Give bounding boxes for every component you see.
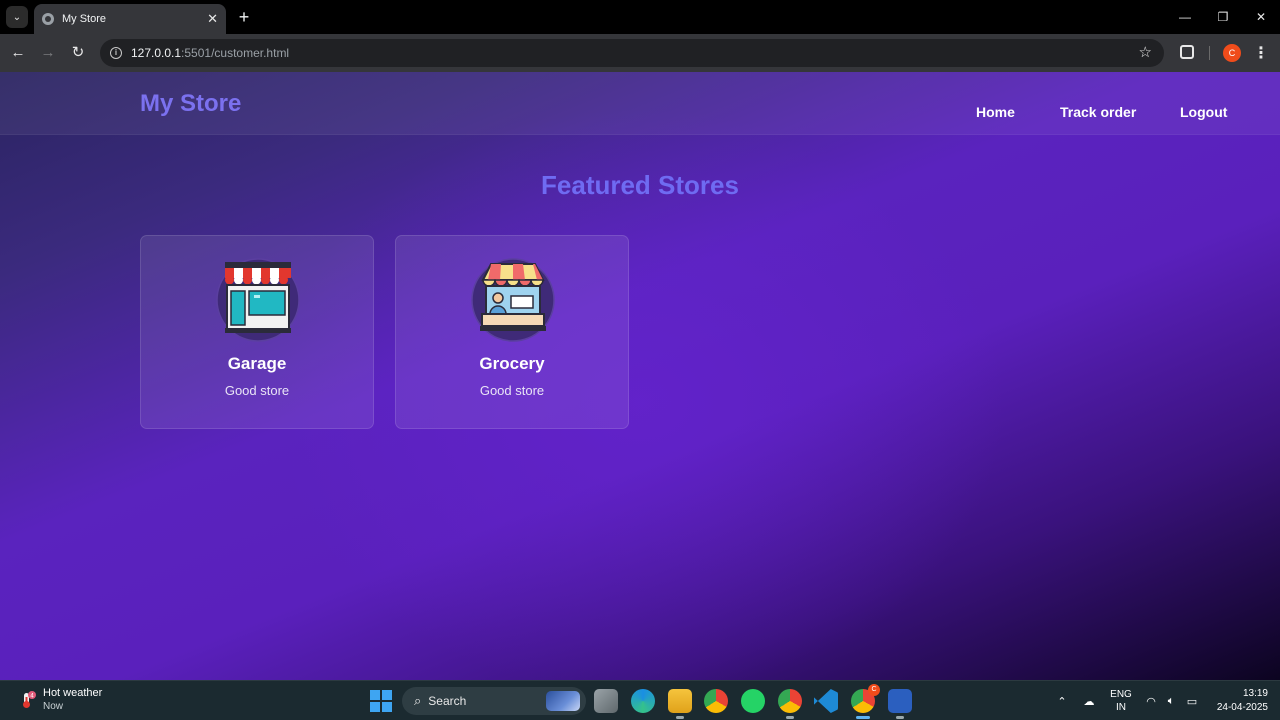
minimize-button[interactable]: —	[1166, 0, 1204, 34]
forward-button[interactable]: →	[38, 43, 58, 63]
edge-icon[interactable]	[631, 689, 655, 713]
featured-stores-heading: Featured Stores	[541, 170, 739, 200]
back-button[interactable]: ←	[8, 43, 28, 63]
search-icon: ⌕	[414, 693, 422, 708]
volume-icon[interactable]: 🔈︎	[1162, 681, 1180, 720]
chrome-active-icon[interactable]: C	[851, 684, 880, 719]
weather-subtitle: Now	[43, 701, 64, 712]
vscode-icon[interactable]	[814, 689, 838, 713]
tab-title: My Store	[62, 13, 107, 25]
close-tab-icon[interactable]: ✕	[207, 11, 218, 27]
show-hidden-icons-chevron-icon[interactable]: ⌃	[1052, 681, 1072, 720]
weather-title[interactable]: Hot weather	[43, 687, 102, 699]
brand-logo[interactable]: My Store	[140, 90, 241, 118]
chrome-profile-icon[interactable]	[778, 689, 802, 719]
page-viewport: My Store Home Track order Logout Feature…	[0, 72, 1280, 680]
nav-home-link[interactable]: Home	[976, 104, 1015, 120]
whatsapp-icon[interactable]	[741, 689, 765, 713]
taskbar-search[interactable]: ⌕ Search	[402, 687, 586, 715]
tab-search-button[interactable]: ⌄	[6, 6, 28, 28]
windows-start-icon[interactable]	[370, 690, 392, 712]
word-icon[interactable]	[888, 689, 912, 719]
reload-button[interactable]: ↻	[68, 43, 88, 63]
clock-date: 24-04-2025	[1216, 702, 1268, 713]
restore-button[interactable]: ❐	[1204, 0, 1242, 34]
browser-menu-icon[interactable]: ⋮	[1253, 43, 1269, 63]
bookmark-star-icon[interactable]: ☆	[1139, 43, 1152, 61]
profile-avatar[interactable]: C	[1223, 44, 1241, 62]
url-host: 127.0.0.1	[131, 46, 182, 60]
thermometer-icon[interactable]: 4	[18, 691, 36, 709]
language-code: ENG	[1110, 689, 1132, 700]
site-header: My Store Home Track order Logout	[0, 72, 1280, 135]
toolbar-divider	[1209, 46, 1210, 60]
system-clock[interactable]: 13:19 24-04-2025	[1210, 687, 1268, 715]
store-name: Garage	[227, 354, 287, 373]
store-name: Grocery	[479, 354, 545, 373]
search-highlight-image	[546, 691, 580, 711]
store-description: Good store	[479, 383, 545, 398]
browser-toolbar: ← → ↻ i 127.0.0.1:5501/customer.html ☆ C…	[0, 34, 1280, 72]
extensions-icon[interactable]	[1180, 45, 1194, 59]
store-card-garage[interactable]: Garage Good store	[140, 235, 374, 429]
taskbar-search-label: Search	[428, 694, 467, 708]
file-explorer-icon[interactable]	[668, 689, 692, 719]
chrome-badge: C	[868, 684, 880, 696]
storefront-icon	[216, 258, 300, 342]
new-tab-button[interactable]: +	[234, 6, 254, 28]
wifi-icon[interactable]: ◠	[1142, 681, 1160, 720]
browser-tab-strip: ⌄ My Store ✕ + — ❐ ✕	[0, 0, 1280, 34]
address-bar[interactable]: i 127.0.0.1:5501/customer.html ☆	[100, 39, 1164, 67]
browser-tab[interactable]: My Store ✕	[34, 4, 226, 34]
store-card-grocery[interactable]: Grocery Good store	[395, 235, 629, 429]
region-code: IN	[1116, 702, 1126, 713]
nav-logout-link[interactable]: Logout	[1180, 104, 1227, 120]
window-close-button[interactable]: ✕	[1242, 0, 1280, 34]
site-info-icon[interactable]: i	[110, 47, 122, 59]
windows-taskbar: 4 Hot weather Now ⌕ Search C ⌃ ☁ ENG IN …	[0, 680, 1280, 720]
shop-counter-icon	[471, 258, 555, 342]
url-path: :5501/customer.html	[181, 46, 290, 60]
onedrive-cloud-icon[interactable]: ☁	[1078, 681, 1100, 720]
globe-icon	[42, 13, 54, 25]
store-description: Good store	[224, 383, 290, 398]
input-language-indicator[interactable]: ENG IN	[1108, 688, 1134, 714]
chrome-icon[interactable]	[704, 689, 728, 713]
clock-time: 13:19	[1242, 688, 1268, 699]
battery-icon[interactable]: ▭	[1182, 681, 1202, 720]
nav-track-order-link[interactable]: Track order	[1060, 104, 1136, 120]
task-view-icon[interactable]	[594, 689, 618, 713]
